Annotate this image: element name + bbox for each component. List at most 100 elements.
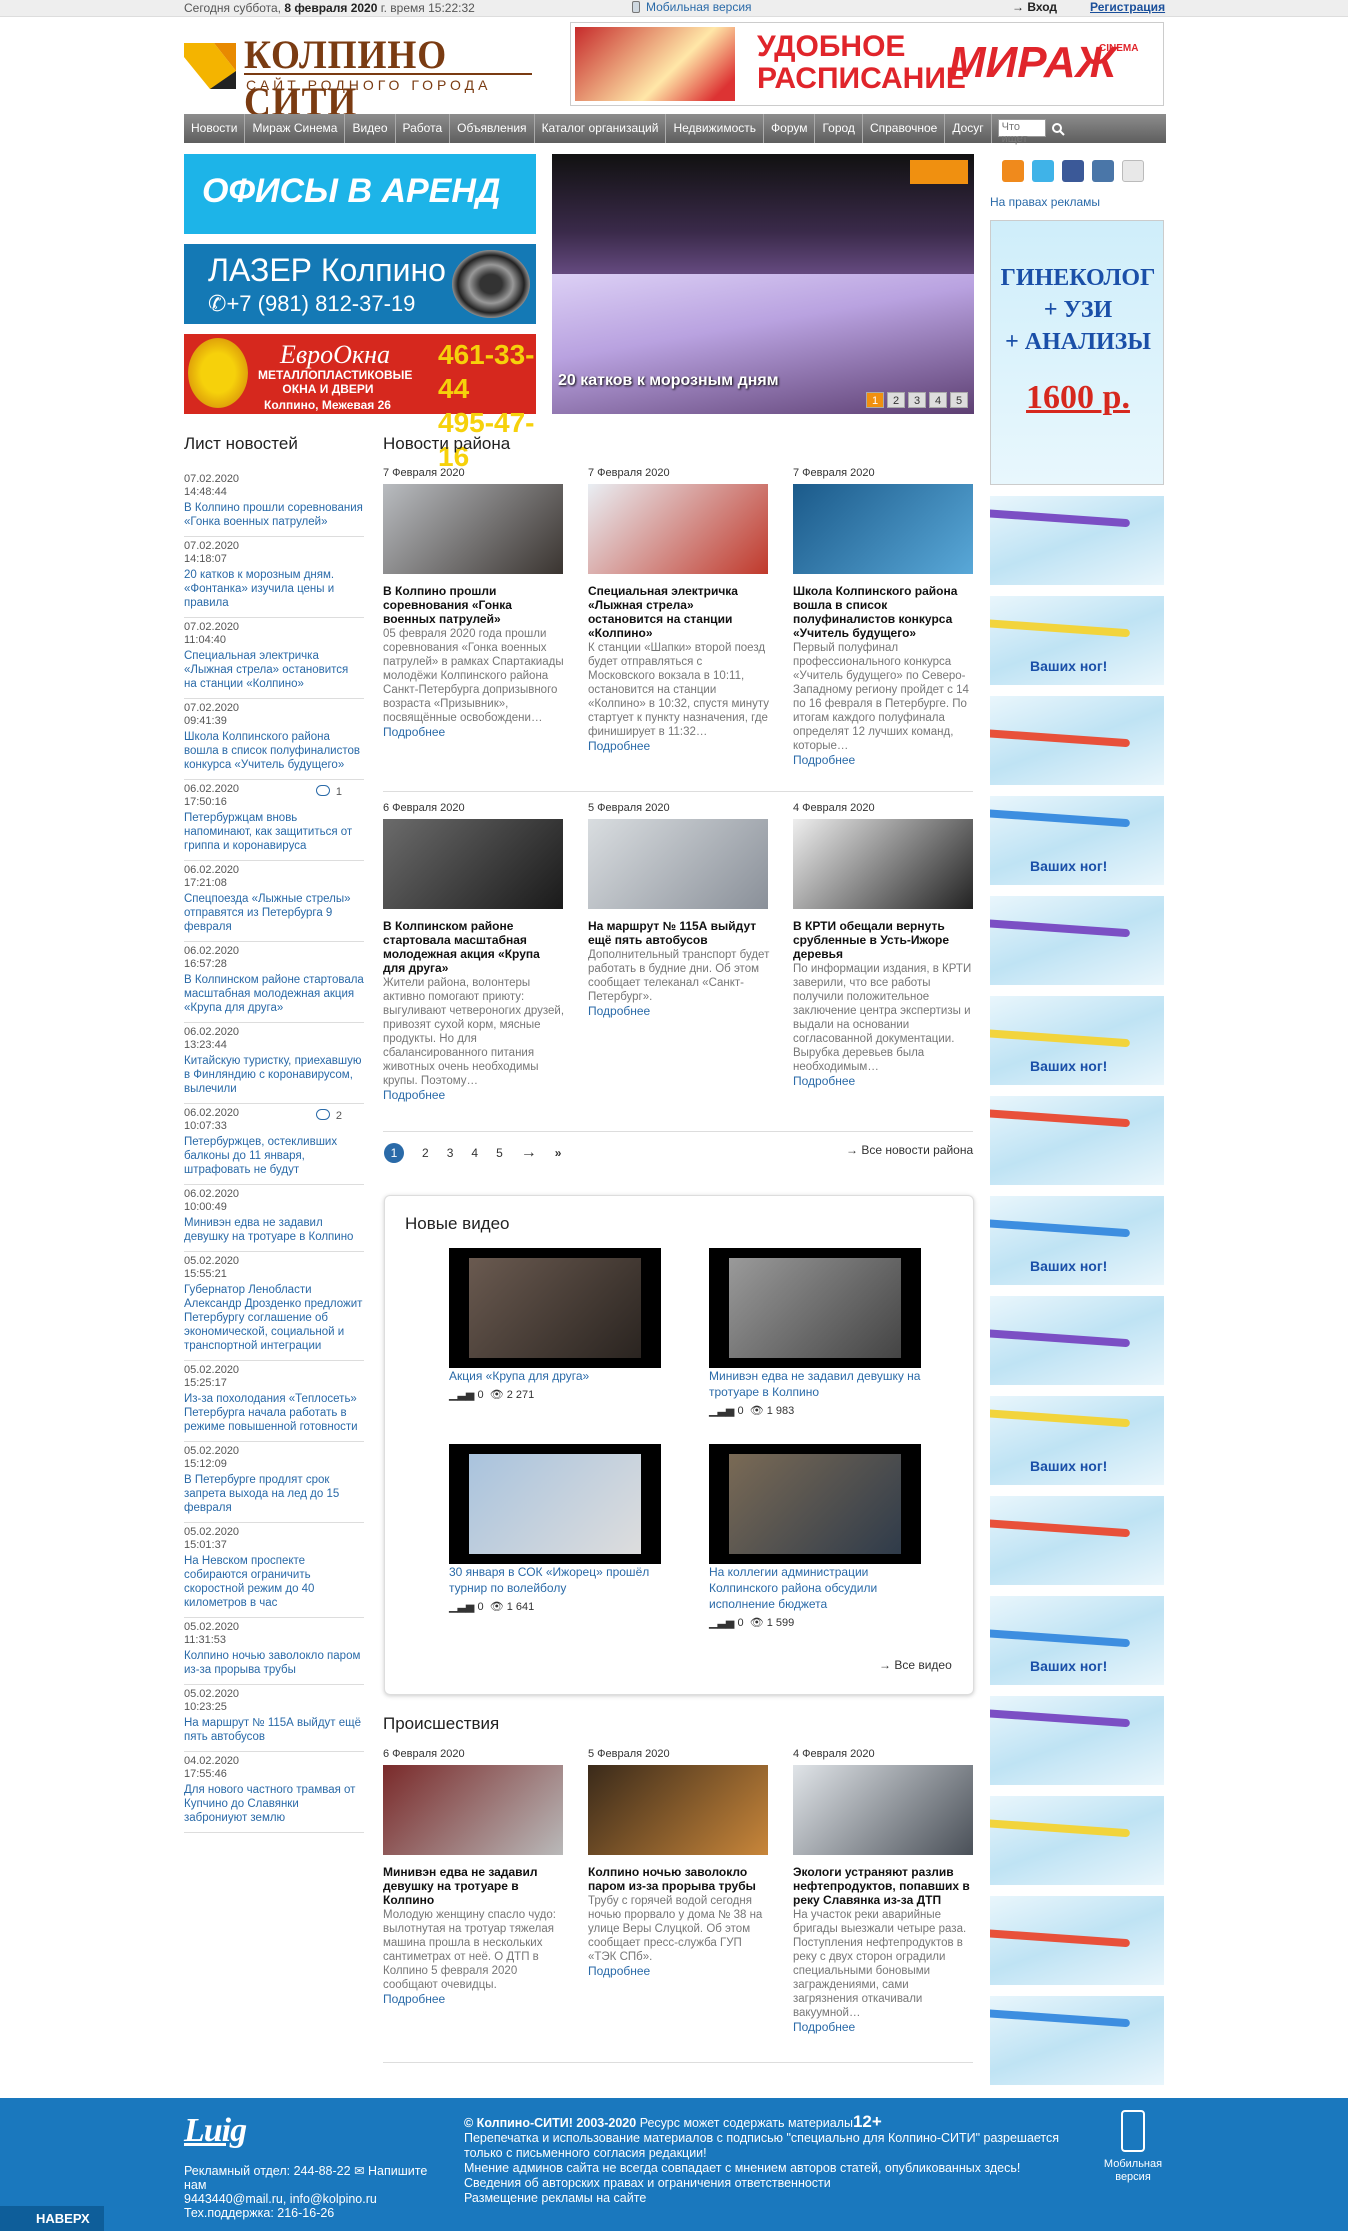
copyright-link[interactable]: Сведения об авторских правах и ограничен… [464, 2176, 1064, 2191]
page-link[interactable]: 4 [471, 1146, 478, 1160]
video-thumbnail[interactable] [709, 1444, 921, 1564]
site-logo[interactable]: КОЛПИНО СИТИ САЙТ РОДНОГО ГОРОДА [184, 32, 536, 124]
page-last[interactable]: » [555, 1146, 562, 1160]
nav-item[interactable]: Мираж Синема [245, 114, 346, 143]
nav-item[interactable]: Видео [345, 114, 396, 143]
slider-page[interactable]: 2 [887, 392, 905, 408]
page-current[interactable]: 1 [384, 1143, 404, 1163]
news-title-link[interactable]: Для нового частного трамвая от Купчино д… [184, 1783, 364, 1825]
all-district-news-link[interactable]: → Все новости района [846, 1143, 973, 1157]
video-thumbnail[interactable] [449, 1248, 661, 1368]
news-image[interactable] [793, 819, 973, 909]
more-link[interactable]: Подробнее [588, 1004, 650, 1018]
facebook-icon[interactable] [1062, 160, 1084, 182]
vk-icon[interactable] [1092, 160, 1114, 182]
ad-tile[interactable]: Ваших ног! [990, 596, 1164, 686]
video-title-link[interactable]: Минивэн едва не задавил девушку на троту… [709, 1369, 920, 1399]
more-link[interactable]: Подробнее [383, 1992, 445, 2006]
search-button[interactable] [1046, 114, 1070, 143]
list-item[interactable]: 05.02.2020 15:25:17 Из-за похолодания «Теп… [184, 1361, 364, 1442]
video-item[interactable]: Акция «Крупа для друга» ▁▃▅ 0 👁 2 271 [449, 1248, 661, 1401]
video-title-link[interactable]: 30 января в СОК «Ижорец» прошёл турнир п… [449, 1565, 649, 1595]
ad-tile[interactable]: Ваших ног! [990, 996, 1164, 1086]
news-image[interactable] [383, 819, 563, 909]
all-videos-link[interactable]: → Все видео [879, 1658, 952, 1672]
more-link[interactable]: Подробнее [793, 1074, 855, 1088]
footer-mobile-link[interactable]: Мобильная версия [1098, 2110, 1168, 2184]
yandex-icon[interactable] [1122, 160, 1144, 182]
list-item[interactable]: 05.02.2020 11:31:53 Колпино ночью заволокл… [184, 1618, 364, 1685]
news-title-link[interactable]: В Колпино прошли соревнования «Гонка вое… [184, 501, 364, 529]
nav-item[interactable]: Справочное [863, 114, 946, 143]
ad-tile[interactable] [990, 1096, 1164, 1186]
news-card[interactable]: 5 Февраля 2020 На маршрут № 115А выйдут е… [588, 802, 770, 1018]
news-title-link[interactable]: Петербуржцам вновь напоминают, как защит… [184, 811, 364, 853]
list-item[interactable]: 07.02.2020 14:18:07 20 катков к морозным д… [184, 537, 364, 618]
video-item[interactable]: Минивэн едва не задавил девушку на троту… [709, 1248, 921, 1417]
news-image[interactable] [588, 1765, 768, 1855]
news-title[interactable]: В Колпинском районе стартовала масштабна… [383, 919, 565, 975]
news-title[interactable]: Минивэн едва не задавил девушку на троту… [383, 1865, 565, 1907]
ad-tile[interactable] [990, 1296, 1164, 1386]
slider-page[interactable]: 4 [929, 392, 947, 408]
news-card[interactable]: 7 Февраля 2020 Школа Колпинского района в… [793, 467, 975, 767]
ad-tile[interactable]: Ваших ног! [990, 796, 1164, 886]
nav-item[interactable]: Каталог организаций [535, 114, 667, 143]
comment-count[interactable]: 1 [315, 785, 342, 798]
news-title[interactable]: Колпино ночью заволокло паром из-за прор… [588, 1865, 770, 1893]
rss-icon[interactable] [1002, 160, 1024, 182]
gynecologist-ad[interactable]: ГИНЕКОЛОГ + УЗИ + АНАЛИЗЫ 1600 р. [990, 220, 1164, 485]
comment-count[interactable]: 2 [315, 1109, 342, 1122]
news-title-link[interactable]: Губернатор Ленобласти Александр Дрозденк… [184, 1283, 364, 1353]
news-title-link[interactable]: В Колпинском районе стартовала масштабна… [184, 973, 364, 1015]
list-item[interactable]: 05.02.2020 15:12:09 В Петербурге продлят с… [184, 1442, 364, 1523]
video-item[interactable]: На коллегии администрации Колпинского ра… [709, 1444, 921, 1629]
page-link[interactable]: 5 [496, 1146, 503, 1160]
news-title-link[interactable]: Специальная электричка «Лыжная стрела» о… [184, 649, 364, 691]
news-card[interactable]: 4 Февраля 2020 В КРТИ обещали вернуть сру… [793, 802, 975, 1088]
news-title[interactable]: В КРТИ обещали вернуть срубленные в Усть… [793, 919, 975, 961]
more-link[interactable]: Подробнее [588, 739, 650, 753]
page-link[interactable]: 2 [422, 1146, 429, 1160]
slider-page[interactable]: 1 [866, 392, 884, 408]
list-item[interactable]: 04.02.2020 17:55:46 Для нового частного тр… [184, 1752, 364, 1833]
list-item[interactable]: 06.02.2020 10:07:33 Петербуржцев, остеклив… [184, 1104, 364, 1185]
video-item[interactable]: 30 января в СОК «Ижорец» прошёл турнир п… [449, 1444, 661, 1613]
twitter-icon[interactable] [1032, 160, 1054, 182]
top-ad-banner[interactable]: УДОБНОЕ РАСПИСАНИЕ МИРАЖ CINEMA [570, 22, 1164, 106]
slider-page[interactable]: 5 [950, 392, 968, 408]
offices-banner[interactable]: ОФИСЫ В АРЕНД [184, 154, 536, 234]
slider-page[interactable]: 3 [908, 392, 926, 408]
video-title-link[interactable]: На коллегии администрации Колпинского ра… [709, 1565, 877, 1611]
news-title-link[interactable]: Китайскую туристку, приехавшую в Финлянд… [184, 1054, 364, 1096]
list-item[interactable]: 06.02.2020 17:50:16 Петербуржцам вновь нап… [184, 780, 364, 861]
mobile-version-link[interactable]: Мобильная версия [632, 0, 752, 14]
news-title-link[interactable]: 20 катков к морозным дням. «Фонтанка» из… [184, 568, 364, 610]
news-card[interactable]: 4 Февраля 2020 Экологи устраняют разлив н… [793, 1748, 975, 2034]
news-image[interactable] [588, 819, 768, 909]
news-card[interactable]: 6 Февраля 2020 В Колпинском районе старто… [383, 802, 565, 1102]
ad-tile[interactable] [990, 496, 1164, 586]
list-item[interactable]: 05.02.2020 15:01:37 На Невском проспекте с… [184, 1523, 364, 1618]
news-image[interactable] [793, 484, 973, 574]
news-title[interactable]: Специальная электричка «Лыжная стрела» о… [588, 584, 770, 640]
news-title-link[interactable]: Спецпоезда «Лыжные стрелы» отправятся из… [184, 892, 364, 934]
advertising-link[interactable]: Размещение рекламы на сайте [464, 2191, 1064, 2206]
more-link[interactable]: Подробнее [383, 1088, 445, 1102]
eurookna-banner[interactable]: ЕвроОкна МЕТАЛЛОПЛАСТИКОВЫЕ ОКНА И ДВЕРИ… [184, 334, 536, 472]
video-title-link[interactable]: Акция «Крупа для друга» [449, 1369, 589, 1383]
news-image[interactable] [793, 1765, 973, 1855]
news-card[interactable]: 6 Февраля 2020 Минивэн едва не задавил де… [383, 1748, 565, 2006]
video-thumbnail[interactable] [449, 1444, 661, 1564]
nav-item[interactable]: Досуг [945, 114, 992, 143]
ad-tile[interactable] [990, 1696, 1164, 1786]
slider-caption[interactable]: 20 катков к морозным дням [558, 372, 779, 390]
ad-tile[interactable]: Ваших ног! [990, 1196, 1164, 1286]
news-title-link[interactable]: На маршрут № 115А выйдут ещё пять автобу… [184, 1716, 364, 1744]
slider-arrows[interactable] [910, 160, 968, 184]
list-item[interactable]: 06.02.2020 16:57:28 В Колпинском районе ст… [184, 942, 364, 1023]
news-slider[interactable]: 20 катков к морозным дням 1 2 3 4 5 [552, 154, 974, 414]
scroll-up-button[interactable]: НАВЕРХ [0, 2206, 104, 2231]
ad-tile[interactable] [990, 1796, 1164, 1886]
nav-item[interactable]: Новости [184, 114, 246, 143]
